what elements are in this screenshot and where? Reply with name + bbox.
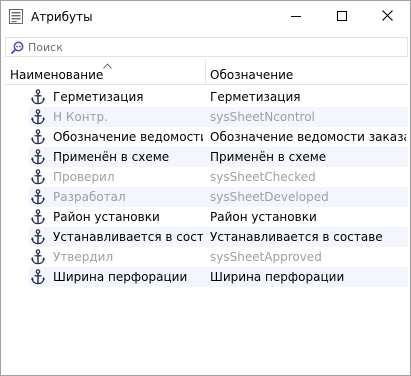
cell-designation: Герметизация	[210, 90, 301, 104]
minimize-icon	[291, 10, 301, 24]
minimize-button[interactable]	[273, 1, 319, 32]
cell-name: Ширина перфорации	[53, 270, 188, 284]
table-row[interactable]: Устанавливается в составе Устанавливается…	[29, 227, 408, 247]
cell-name: Герметизация	[53, 90, 144, 104]
close-button[interactable]	[364, 1, 410, 32]
anchor-icon	[31, 129, 45, 145]
anchor-icon	[31, 89, 45, 105]
table-header: Наименование Обозначение	[5, 59, 408, 85]
sort-ascending-icon	[103, 58, 112, 69]
table-row[interactable]: Ширина перфорации Ширина перфорации	[29, 267, 408, 287]
cell-name: Устанавливается в составе	[53, 230, 203, 244]
cell-name: Разработал	[53, 190, 126, 204]
cell-designation: Район установки	[210, 210, 317, 224]
cell-designation: Ширина перфорации	[210, 270, 345, 284]
search-input[interactable]	[28, 39, 398, 55]
cell-name: Проверил	[53, 170, 115, 184]
close-icon	[381, 9, 393, 24]
cell-designation: sysSheetChecked	[210, 170, 316, 184]
anchor-icon	[31, 269, 45, 285]
table-row[interactable]: Н Контр. sysSheetNcontrol	[29, 107, 408, 127]
table-row[interactable]: Герметизация Герметизация	[29, 87, 408, 107]
maximize-button[interactable]	[319, 1, 365, 32]
anchor-icon	[31, 149, 45, 165]
search-icon	[11, 41, 24, 54]
anchor-icon	[31, 229, 45, 245]
cell-designation: Устанавливается в составе	[210, 230, 383, 244]
cell-name: Район установки	[53, 210, 160, 224]
table-row[interactable]: Утвердил sysSheetApproved	[29, 247, 408, 267]
cell-name: Обозначение ведомости ...	[53, 130, 203, 144]
attributes-window: Атрибуты Поиск Наименование Обозначение …	[0, 0, 411, 376]
cell-designation: sysSheetDeveloped	[210, 190, 329, 204]
title-bar[interactable]: Атрибуты	[1, 1, 410, 33]
anchor-icon	[31, 109, 45, 125]
table-row[interactable]: Разработал sysSheetDeveloped	[29, 187, 408, 207]
cell-name: Применён в схеме	[53, 150, 170, 164]
anchor-icon	[31, 249, 45, 265]
cell-designation: Применён в схеме	[210, 150, 327, 164]
attributes-table: Наименование Обозначение Герметизация Гер…	[5, 59, 408, 373]
table-row[interactable]: Применён в схеме Применён в схеме	[29, 147, 408, 167]
table-row[interactable]: Проверил sysSheetChecked	[29, 167, 408, 187]
cell-designation: Обозначение ведомости заказа	[210, 130, 406, 144]
cell-name: Утвердил	[53, 250, 114, 264]
column-header-designation[interactable]: Обозначение	[210, 67, 293, 83]
search-box[interactable]	[5, 37, 408, 57]
maximize-icon	[337, 10, 347, 24]
column-header-name[interactable]: Наименование	[10, 67, 103, 83]
window-title: Атрибуты	[31, 10, 93, 24]
anchor-icon	[31, 209, 45, 225]
cell-name: Н Контр.	[53, 110, 108, 124]
anchor-icon	[31, 169, 45, 185]
anchor-icon	[31, 189, 45, 205]
column-divider[interactable]	[205, 59, 206, 85]
attributes-icon	[9, 9, 23, 24]
cell-designation: sysSheetNcontrol	[210, 110, 315, 124]
cell-designation: sysSheetApproved	[210, 250, 322, 264]
table-row[interactable]: Район установки Район установки	[29, 207, 408, 227]
table-row[interactable]: Обозначение ведомости ... Обозначение вед…	[29, 127, 408, 147]
